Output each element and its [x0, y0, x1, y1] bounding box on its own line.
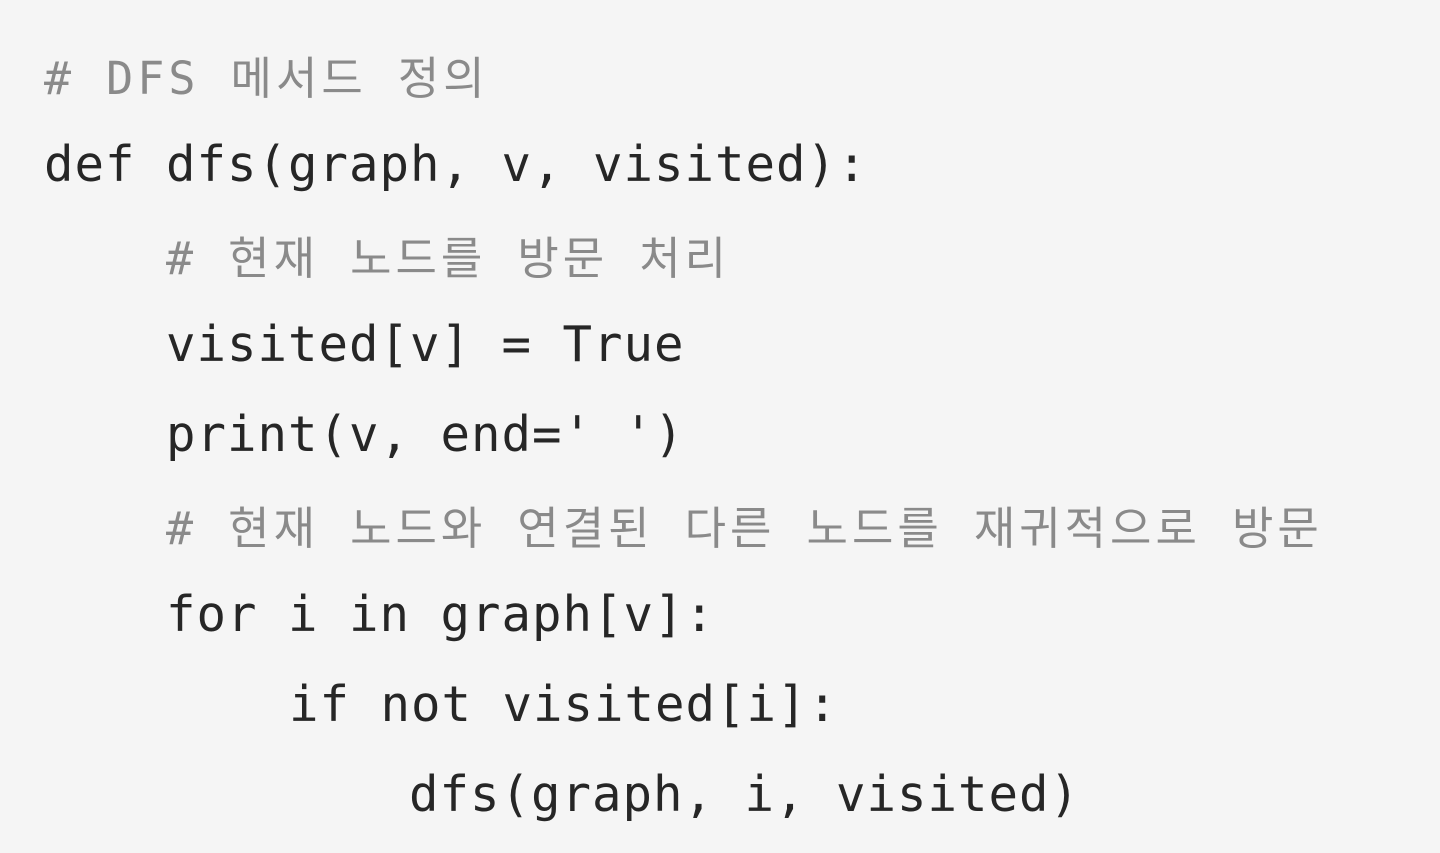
code-block: # DFS 메서드 정의 def dfs(graph, v, visited):…: [0, 0, 1440, 853]
code-comment-line: # 현재 노드와 연결된 다른 노드를 재귀적으로 방문: [166, 502, 1323, 555]
code-line-function-def: def dfs(graph, v, visited):: [44, 136, 868, 193]
code-line-print: print(v, end=' '): [166, 406, 685, 463]
code-line-if-not-visited: if not visited[i]:: [289, 676, 839, 733]
code-line-for-loop: for i in graph[v]:: [166, 586, 716, 643]
code-line-visited-assign: visited[v] = True: [166, 316, 685, 373]
code-comment-line: # 현재 노드를 방문 처리: [166, 232, 731, 285]
code-line-recursive-call: dfs(graph, i, visited): [409, 766, 1081, 823]
code-comment-line: # DFS 메서드 정의: [44, 52, 489, 105]
